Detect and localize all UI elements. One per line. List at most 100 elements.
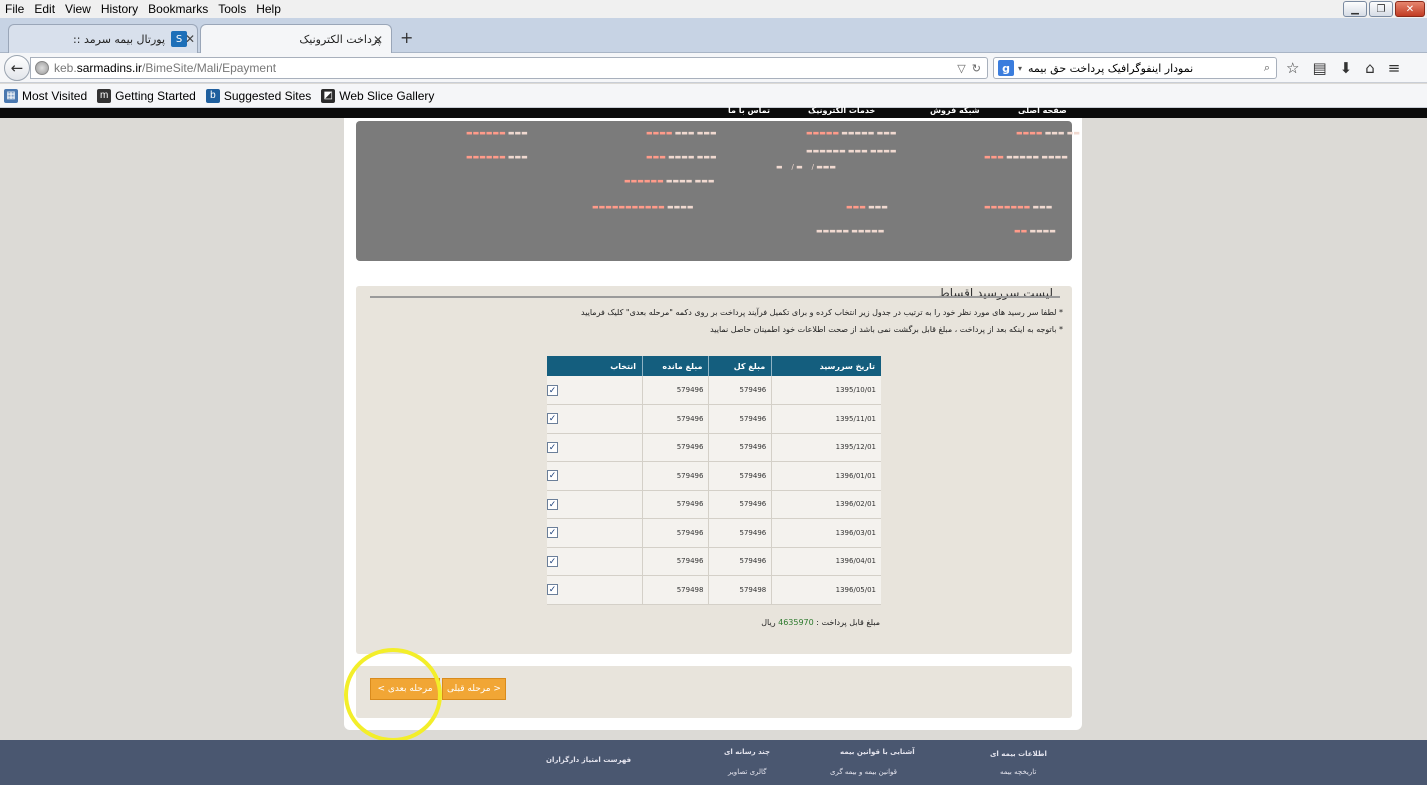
window-controls: ▁ ❐ ✕	[1343, 1, 1425, 17]
menu-view[interactable]: View	[60, 2, 96, 16]
table-row: 1395/12/01 579496 579496 ✓	[547, 433, 881, 462]
nav-home[interactable]: صفحه اصلی	[1018, 106, 1067, 115]
bookmark-label: Web Slice Gallery	[339, 88, 435, 103]
bookmark-most-visited[interactable]: ▦ Most Visited	[4, 88, 87, 103]
total-label: مبلغ قابل پرداخت :	[816, 618, 880, 627]
info-field: ▬▬▬ ▬▬▬ ▬▬▬▬	[646, 129, 717, 137]
select-cell: ✓	[547, 461, 643, 491]
select-cell: ✓	[547, 433, 643, 462]
select-checkbox[interactable]: ✓	[547, 441, 559, 453]
due-date-cell: 1396/05/01	[771, 575, 881, 605]
select-checkbox[interactable]: ✓	[547, 584, 559, 596]
getting-started-icon: m	[97, 88, 112, 103]
info-field: ▬▬▬▬▬ ▬▬▬▬▬	[816, 227, 885, 235]
menu-edit[interactable]: Edit	[29, 2, 60, 16]
select-checkbox[interactable]: ✓	[547, 498, 559, 510]
table-row: 1396/03/01 579496 579496 ✓	[547, 518, 881, 548]
url-path: /BimeSite/Mali/Epayment	[142, 61, 277, 75]
bookmark-web-slice[interactable]: ◩ Web Slice Gallery	[321, 88, 435, 103]
remaining-cell: 579496	[642, 490, 709, 519]
total-cell: 579496	[708, 490, 772, 519]
tab-epayment[interactable]: پرداخت الکترونیک ✕	[200, 24, 392, 54]
url-prefix: keb.	[54, 61, 77, 75]
navigation-bar: ← keb. sarmadins.ir /BimeSite/Mali/Epaym…	[0, 53, 1427, 83]
globe-icon	[35, 61, 49, 75]
due-date-cell: 1396/01/01	[771, 461, 881, 491]
total-cell: 579496	[708, 433, 772, 462]
select-checkbox[interactable]: ✓	[547, 413, 559, 425]
close-tab-icon[interactable]: ✕	[373, 33, 383, 47]
total-cell: 579496	[708, 547, 772, 576]
menu-bookmarks[interactable]: Bookmarks	[143, 2, 213, 16]
select-checkbox[interactable]: ✓	[547, 384, 559, 396]
previous-step-button[interactable]: < مرحله قبلی	[442, 678, 506, 700]
footer-col1-item[interactable]: تاریخچه بیمه	[1000, 768, 1036, 776]
installment-list-section: لیست سررسید اقساط * لطفا سر رسید های مور…	[356, 286, 1072, 654]
menu-icon[interactable]: ≡	[1388, 59, 1401, 77]
search-input[interactable]: نمودار اینفوگرافیک پرداخت حق بیمه	[1022, 62, 1258, 75]
select-cell: ✓	[547, 376, 643, 405]
divider	[370, 296, 1060, 298]
close-window-icon[interactable]: ✕	[1395, 1, 1425, 17]
due-date-cell: 1396/04/01	[771, 547, 881, 576]
menu-file[interactable]: File	[0, 2, 29, 16]
search-bar[interactable]: g ▾ نمودار اینفوگرافیک پرداخت حق بیمه ⌕	[993, 57, 1277, 79]
minimize-icon[interactable]: ▁	[1343, 1, 1367, 17]
footer-col2-item[interactable]: قوانین بیمه و بیمه گری	[830, 768, 897, 776]
policy-info-box: ▬▬ ▬▬▬ ▬▬▬▬ ▬▬▬ ▬▬▬▬▬ ▬▬▬▬▬ ▬▬▬ ▬▬▬ ▬▬▬▬…	[356, 121, 1080, 261]
new-tab-icon[interactable]: +	[400, 28, 413, 47]
bookmark-getting-started[interactable]: m Getting Started	[97, 88, 196, 103]
info-field: ▬▬▬ ▬▬▬▬ ▬▬▬	[646, 153, 717, 161]
menu-history[interactable]: History	[96, 2, 143, 16]
info-field: ▬▬▬ ▬▬▬▬▬▬	[466, 153, 528, 161]
bing-icon: b	[205, 88, 220, 103]
info-field: ▬▬▬ ▬▬▬▬ ▬▬▬▬▬▬	[624, 177, 715, 185]
bookmark-label: Getting Started	[115, 88, 196, 103]
nav-sales-network[interactable]: شبکه فروش	[930, 106, 980, 115]
footer-col4-title[interactable]: فهرست امتیاز دارگزاران	[546, 756, 631, 764]
download-icon[interactable]: ⬇	[1340, 59, 1353, 77]
close-tab-icon[interactable]: ✕	[185, 32, 195, 46]
reload-icon[interactable]: ▽ ↻	[957, 62, 981, 75]
star-icon[interactable]: ☆	[1286, 59, 1299, 77]
instruction-note: * لطفا سر رسید های مورد نظر خود را به تر…	[581, 308, 1063, 317]
total-unit: ریال	[761, 618, 776, 627]
menu-help[interactable]: Help	[251, 2, 286, 16]
select-cell: ✓	[547, 575, 643, 605]
reading-list-icon[interactable]: ▤	[1312, 59, 1326, 77]
total-cell: 579498	[708, 575, 772, 605]
back-arrow-icon[interactable]: ←	[4, 55, 30, 81]
tab-portal[interactable]: S پورتال بیمه سرمد :: ✕	[8, 24, 198, 53]
menu-tools[interactable]: Tools	[213, 2, 251, 16]
tab-title: پورتال بیمه سرمد ::	[73, 32, 165, 46]
bookmarks-bar: ▦ Most Visited m Getting Started b Sugge…	[0, 84, 1427, 108]
footer-col3-title: چند رسانه ای	[724, 748, 771, 756]
remaining-cell: 579496	[642, 433, 709, 462]
site-footer: اطلاعات بیمه ای تاریخچه بیمه آشنایی با ق…	[0, 740, 1427, 785]
nav-e-services[interactable]: خدمات الکترونیک	[808, 106, 875, 115]
bookmark-suggested-sites[interactable]: b Suggested Sites	[205, 88, 311, 103]
select-checkbox[interactable]: ✓	[547, 555, 559, 567]
total-amount: 4635970	[778, 618, 814, 627]
nav-contact[interactable]: تماس با ما	[728, 106, 770, 115]
tab-title: پرداخت الکترونیک	[299, 33, 381, 46]
select-checkbox[interactable]: ✓	[547, 470, 559, 482]
footer-col3-item[interactable]: گالری تصاویر	[728, 768, 767, 776]
info-field: ▬▬▬▬ ▬▬▬ ▬▬▬▬▬▬	[806, 147, 897, 155]
table-row: 1396/01/01 579496 579496 ✓	[547, 461, 881, 491]
select-cell: ✓	[547, 490, 643, 519]
table-row: 1395/11/01 579496 579496 ✓	[547, 404, 881, 434]
restore-icon[interactable]: ❐	[1369, 1, 1393, 17]
address-bar[interactable]: keb. sarmadins.ir /BimeSite/Mali/Epaymen…	[30, 57, 988, 79]
toolbar-icons: ☆ ▤ ⬇ ⌂ ≡	[1286, 59, 1400, 77]
home-icon[interactable]: ⌂	[1365, 59, 1375, 77]
search-icon[interactable]: ⌕	[1258, 61, 1276, 75]
remaining-cell: 579496	[642, 376, 709, 405]
col-total: مبلغ کل	[708, 356, 772, 376]
due-date-cell: 1395/10/01	[771, 376, 881, 405]
select-checkbox[interactable]: ✓	[547, 527, 559, 539]
info-field: ▬▬▬▬ ▬▬▬▬▬ ▬▬▬	[984, 153, 1068, 161]
info-field: ▬▬▬▬ ▬▬	[1014, 227, 1056, 235]
google-icon[interactable]: g	[998, 60, 1014, 76]
col-due-date: تاریخ سررسید	[771, 356, 881, 376]
